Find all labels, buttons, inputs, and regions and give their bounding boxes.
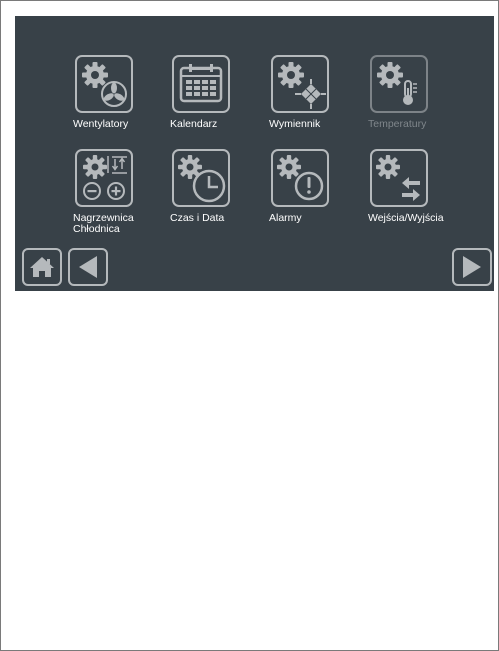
gear-clock-icon <box>172 149 230 207</box>
gear-alarm-icon <box>271 149 329 207</box>
gear-heat-exchanger-icon <box>271 55 329 113</box>
home-icon <box>30 257 54 277</box>
next-arrow-icon <box>463 256 481 278</box>
menu-item-label: Wejścia/Wyjścia <box>368 212 444 224</box>
menu-panel: Wentylatory Kalendarz Wymiennik Temperat… <box>15 16 494 291</box>
home-button[interactable] <box>22 248 62 286</box>
calendar-icon <box>172 55 230 113</box>
back-button[interactable] <box>68 248 108 286</box>
gear-heater-cooler-icon <box>75 149 133 207</box>
next-button[interactable] <box>452 248 492 286</box>
gear-io-arrows-icon <box>370 149 428 207</box>
gear-thermometer-icon <box>370 55 428 113</box>
menu-item-label: Temperatury <box>368 118 427 130</box>
gear-fan-icon <box>75 55 133 113</box>
back-arrow-icon <box>79 256 97 278</box>
